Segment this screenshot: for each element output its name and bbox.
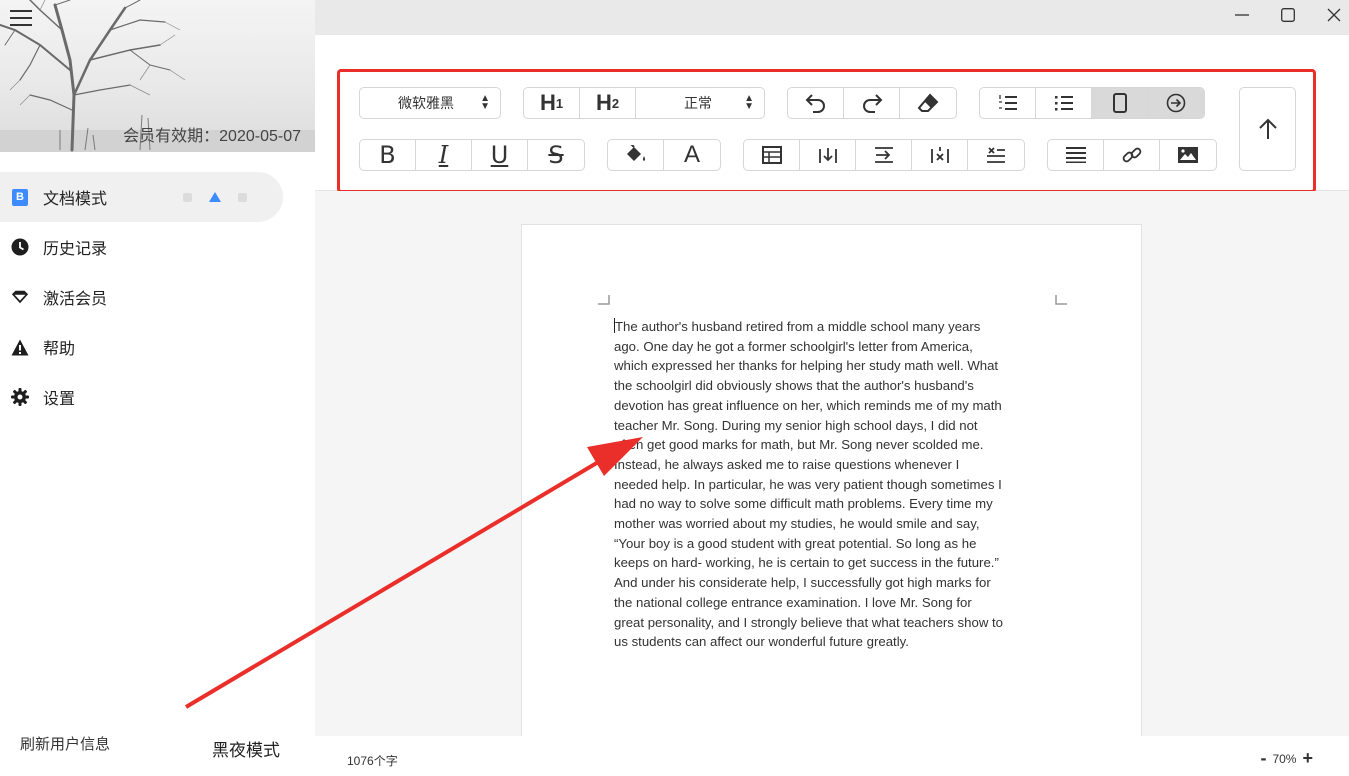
warning-icon xyxy=(11,338,29,356)
minimize-icon xyxy=(1234,14,1249,16)
mode-triangle-icon[interactable] xyxy=(209,192,221,202)
membership-expiry: 会员有效期：2020-05-07 xyxy=(123,128,301,145)
banner-image: 会员有效期：2020-05-07 xyxy=(0,0,315,152)
margin-corner-icon xyxy=(1055,295,1067,305)
maximize-button[interactable] xyxy=(1265,0,1310,30)
editor-toolbar-area: 微软雅黑 ▲ ▼ H1 H2 正常 ▲ ▼ B I U S A xyxy=(315,35,1349,193)
mode-square-icon[interactable] xyxy=(238,192,247,202)
sidebar-item-help[interactable]: 帮助 xyxy=(0,322,315,372)
night-mode-label: 黑夜模式 xyxy=(212,741,280,760)
sidebar-item-label: 激活会员 xyxy=(43,291,108,308)
menu-icon[interactable] xyxy=(10,7,32,27)
status-bar: 1076个字 - 70% + xyxy=(315,736,1349,776)
sidebar-item-label: 帮助 xyxy=(43,341,76,358)
clock-icon xyxy=(11,238,29,256)
document-page[interactable]: The author's husband retired from a midd… xyxy=(521,224,1142,736)
close-button[interactable] xyxy=(1311,0,1349,30)
window-titlebar xyxy=(315,0,1349,35)
night-mode-toggle[interactable]: 黑夜模式 xyxy=(188,736,280,761)
gear-icon xyxy=(11,388,29,406)
highlight-box xyxy=(337,69,1316,193)
minimize-button[interactable] xyxy=(1219,0,1264,30)
document-body[interactable]: The author's husband retired from a midd… xyxy=(614,317,1054,652)
sidebar-item-document-mode[interactable]: B 文档模式 xyxy=(0,172,283,222)
margin-corner-icon xyxy=(598,295,610,305)
sidebar-item-label: 历史记录 xyxy=(43,241,108,258)
sidebar-item-settings[interactable]: 设置 xyxy=(0,372,315,422)
refresh-user-info-link[interactable]: 刷新用户信息 xyxy=(20,733,110,754)
word-count: 1076个字 xyxy=(347,754,398,768)
sidebar-item-history[interactable]: 历史记录 xyxy=(0,222,315,272)
sidebar-item-label: 文档模式 xyxy=(43,191,108,208)
zoom-out-button[interactable]: - xyxy=(1254,748,1272,769)
maximize-icon xyxy=(1280,8,1295,22)
zoom-in-button[interactable]: + xyxy=(1296,748,1319,769)
sidebar: 会员有效期：2020-05-07 B 文档模式 历史记录 激活会员 帮助 设置 … xyxy=(0,0,315,776)
zoom-level: 70% xyxy=(1272,751,1297,766)
sidebar-item-label: 设置 xyxy=(43,391,76,408)
document-b-icon: B xyxy=(11,188,29,206)
mode-dot-icon[interactable] xyxy=(183,192,192,202)
mode-indicator xyxy=(183,192,247,202)
zoom-control: - 70% + xyxy=(1254,748,1319,769)
app-window: 会员有效期：2020-05-07 B 文档模式 历史记录 激活会员 帮助 设置 … xyxy=(0,0,1349,776)
moon-icon xyxy=(193,741,200,756)
diamond-icon xyxy=(11,288,29,306)
document-area: The author's husband retired from a midd… xyxy=(315,191,1349,736)
close-icon xyxy=(1327,8,1340,22)
document-text: The author's husband retired from a midd… xyxy=(614,319,1004,650)
sidebar-nav: B 文档模式 历史记录 激活会员 帮助 设置 xyxy=(0,172,315,422)
sidebar-item-activate-membership[interactable]: 激活会员 xyxy=(0,272,315,322)
